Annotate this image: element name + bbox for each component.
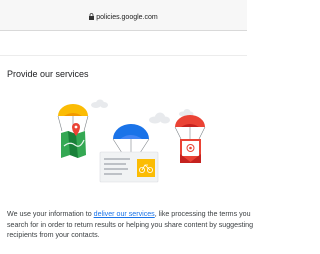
services-illustration xyxy=(57,99,206,183)
url-text: policies.google.com xyxy=(96,14,158,21)
browser-address-bar[interactable]: policies.google.com xyxy=(0,0,247,31)
page-header-band xyxy=(0,31,247,56)
paragraph-text-start: We use your information to xyxy=(7,210,94,218)
map-icon xyxy=(61,131,86,158)
parachute-icon xyxy=(174,115,206,140)
bike-icon xyxy=(137,159,155,177)
lock-icon xyxy=(89,13,95,20)
parachute-icon xyxy=(112,124,150,157)
email-icon xyxy=(180,139,201,163)
section-heading: Provide our services xyxy=(7,69,89,79)
section-paragraph: We use your information to deliver our s… xyxy=(7,209,267,241)
url-display[interactable]: policies.google.com xyxy=(0,13,247,21)
cloud-icon xyxy=(91,99,108,108)
deliver-services-link[interactable]: deliver our services xyxy=(94,210,155,218)
cloud-icon xyxy=(149,112,170,124)
